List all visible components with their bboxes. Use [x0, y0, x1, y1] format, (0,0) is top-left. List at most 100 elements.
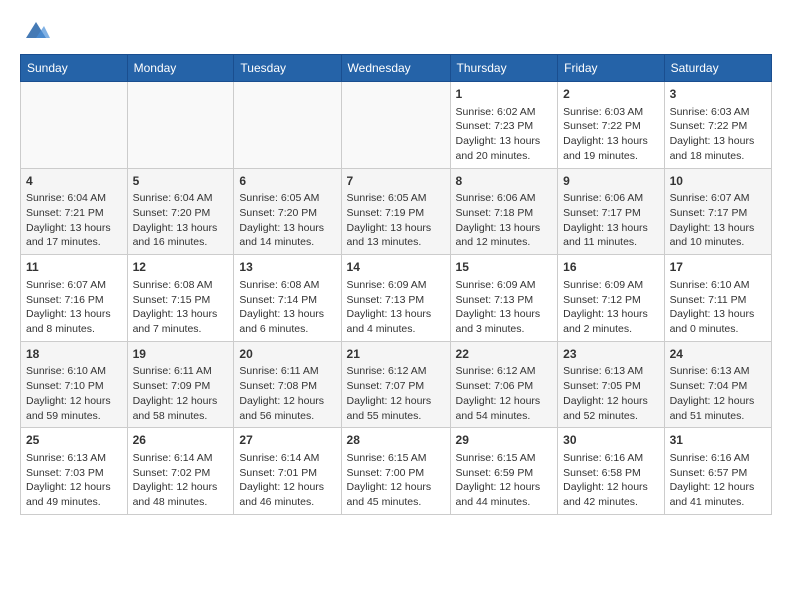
day-info-line: Sunrise: 6:14 AM [133, 451, 229, 466]
day-info-line: Daylight: 13 hours [670, 134, 766, 149]
day-info-line: Daylight: 12 hours [133, 480, 229, 495]
day-info-line: Daylight: 12 hours [456, 394, 553, 409]
calendar-week-1: 1Sunrise: 6:02 AMSunset: 7:23 PMDaylight… [21, 82, 772, 169]
logo-icon [22, 16, 50, 44]
day-info-line: Daylight: 13 hours [670, 307, 766, 322]
day-info-line: Sunset: 7:20 PM [133, 206, 229, 221]
day-number: 1 [456, 86, 553, 103]
day-info-line: and 6 minutes. [239, 322, 335, 337]
weekday-header-saturday: Saturday [664, 55, 771, 82]
day-number: 5 [133, 173, 229, 190]
calendar-cell: 14 Sunrise: 6:09 AMSunset: 7:13 PMDayligh… [341, 255, 450, 342]
calendar-table: SundayMondayTuesdayWednesdayThursdayFrid… [20, 54, 772, 515]
weekday-header-sunday: Sunday [21, 55, 128, 82]
day-number: 20 [239, 346, 335, 363]
day-info-line: Sunrise: 6:15 AM [347, 451, 445, 466]
calendar-cell: 23Sunrise: 6:13 AMSunset: 7:05 PMDayligh… [558, 341, 664, 428]
day-number: 17 [670, 259, 766, 276]
day-info-line: Daylight: 13 hours [26, 307, 122, 322]
day-info-line: and 52 minutes. [563, 409, 658, 424]
day-info-line: Daylight: 12 hours [26, 394, 122, 409]
day-info-line: Daylight: 12 hours [563, 480, 658, 495]
day-info-line: Sunrise: 6:12 AM [456, 364, 553, 379]
day-info-line: Daylight: 13 hours [347, 307, 445, 322]
day-info-line: and 18 minutes. [670, 149, 766, 164]
day-info-line: Sunset: 7:02 PM [133, 466, 229, 481]
day-info-line: and 17 minutes. [26, 235, 122, 250]
calendar-cell: 24Sunrise: 6:13 AMSunset: 7:04 PMDayligh… [664, 341, 771, 428]
day-number: 4 [26, 173, 122, 190]
day-number: 15 [456, 259, 553, 276]
calendar-cell: 19Sunrise: 6:11 AMSunset: 7:09 PMDayligh… [127, 341, 234, 428]
calendar-cell [234, 82, 341, 169]
day-info-line: Sunrise: 6:09 AM [563, 278, 658, 293]
day-info-line: Sunrise: 6:06 AM [563, 191, 658, 206]
day-info-line: and 10 minutes. [670, 235, 766, 250]
day-info-line: and 46 minutes. [239, 495, 335, 510]
calendar-cell: 26Sunrise: 6:14 AMSunset: 7:02 PMDayligh… [127, 428, 234, 515]
day-info-line: Daylight: 12 hours [347, 394, 445, 409]
day-info-line: Sunset: 7:04 PM [670, 379, 766, 394]
day-info-line: Sunset: 7:05 PM [563, 379, 658, 394]
calendar-cell: 7Sunrise: 6:05 AMSunset: 7:19 PMDaylight… [341, 168, 450, 255]
calendar-cell: 12Sunrise: 6:08 AMSunset: 7:15 PMDayligh… [127, 255, 234, 342]
day-number: 31 [670, 432, 766, 449]
day-info-line: Sunset: 7:03 PM [26, 466, 122, 481]
day-number: 9 [563, 173, 658, 190]
day-info-line: Sunrise: 6:05 AM [347, 191, 445, 206]
day-number: 6 [239, 173, 335, 190]
calendar-cell: 21Sunrise: 6:12 AMSunset: 7:07 PMDayligh… [341, 341, 450, 428]
day-info-line: Daylight: 12 hours [133, 394, 229, 409]
calendar-week-4: 18Sunrise: 6:10 AMSunset: 7:10 PMDayligh… [21, 341, 772, 428]
logo [20, 16, 50, 44]
day-info-line: Daylight: 13 hours [563, 134, 658, 149]
day-info-line: Sunset: 7:22 PM [563, 119, 658, 134]
day-info-line: and 58 minutes. [133, 409, 229, 424]
day-info-line: Sunset: 7:15 PM [133, 293, 229, 308]
day-number: 28 [347, 432, 445, 449]
day-info-line: Sunset: 7:00 PM [347, 466, 445, 481]
day-number: 23 [563, 346, 658, 363]
calendar-cell: 6Sunrise: 6:05 AMSunset: 7:20 PMDaylight… [234, 168, 341, 255]
calendar-cell: 10Sunrise: 6:07 AMSunset: 7:17 PMDayligh… [664, 168, 771, 255]
day-info-line: Daylight: 13 hours [563, 221, 658, 236]
calendar-cell [127, 82, 234, 169]
calendar-cell: 5Sunrise: 6:04 AMSunset: 7:20 PMDaylight… [127, 168, 234, 255]
calendar-cell: 13Sunrise: 6:08 AMSunset: 7:14 PMDayligh… [234, 255, 341, 342]
day-info-line: Sunset: 7:17 PM [670, 206, 766, 221]
day-info-line: Daylight: 12 hours [456, 480, 553, 495]
day-info-line: Sunrise: 6:14 AM [239, 451, 335, 466]
day-info-line: and 20 minutes. [456, 149, 553, 164]
day-info-line: Daylight: 13 hours [456, 307, 553, 322]
day-info-line: and 42 minutes. [563, 495, 658, 510]
day-info-line: and 2 minutes. [563, 322, 658, 337]
day-info-line: Sunset: 7:13 PM [347, 293, 445, 308]
day-info-line: and 51 minutes. [670, 409, 766, 424]
day-info-line: Sunrise: 6:09 AM [347, 278, 445, 293]
day-info-line: Sunrise: 6:15 AM [456, 451, 553, 466]
day-info-line: and 45 minutes. [347, 495, 445, 510]
calendar-cell [341, 82, 450, 169]
day-info-line: Sunrise: 6:11 AM [133, 364, 229, 379]
day-info-line: Daylight: 13 hours [456, 221, 553, 236]
calendar-cell: 1Sunrise: 6:02 AMSunset: 7:23 PMDaylight… [450, 82, 558, 169]
day-info-line: Sunrise: 6:07 AM [670, 191, 766, 206]
day-number: 14 [347, 259, 445, 276]
calendar-cell: 17 Sunrise: 6:10 AMSunset: 7:11 PMDayligh… [664, 255, 771, 342]
day-info-line: Daylight: 13 hours [456, 134, 553, 149]
day-info-line: Sunrise: 6:13 AM [26, 451, 122, 466]
calendar-cell: 11Sunrise: 6:07 AMSunset: 7:16 PMDayligh… [21, 255, 128, 342]
page-header [20, 16, 772, 44]
day-number: 21 [347, 346, 445, 363]
day-info-line: Sunset: 7:23 PM [456, 119, 553, 134]
day-info-line: Sunset: 7:11 PM [670, 293, 766, 308]
day-info-line: Daylight: 13 hours [563, 307, 658, 322]
calendar-cell: 8Sunrise: 6:06 AMSunset: 7:18 PMDaylight… [450, 168, 558, 255]
day-number: 13 [239, 259, 335, 276]
calendar-cell [21, 82, 128, 169]
day-info-line: and 12 minutes. [456, 235, 553, 250]
day-number: 18 [26, 346, 122, 363]
calendar-week-3: 11Sunrise: 6:07 AMSunset: 7:16 PMDayligh… [21, 255, 772, 342]
day-info-line: Sunrise: 6:10 AM [670, 278, 766, 293]
day-number: 7 [347, 173, 445, 190]
